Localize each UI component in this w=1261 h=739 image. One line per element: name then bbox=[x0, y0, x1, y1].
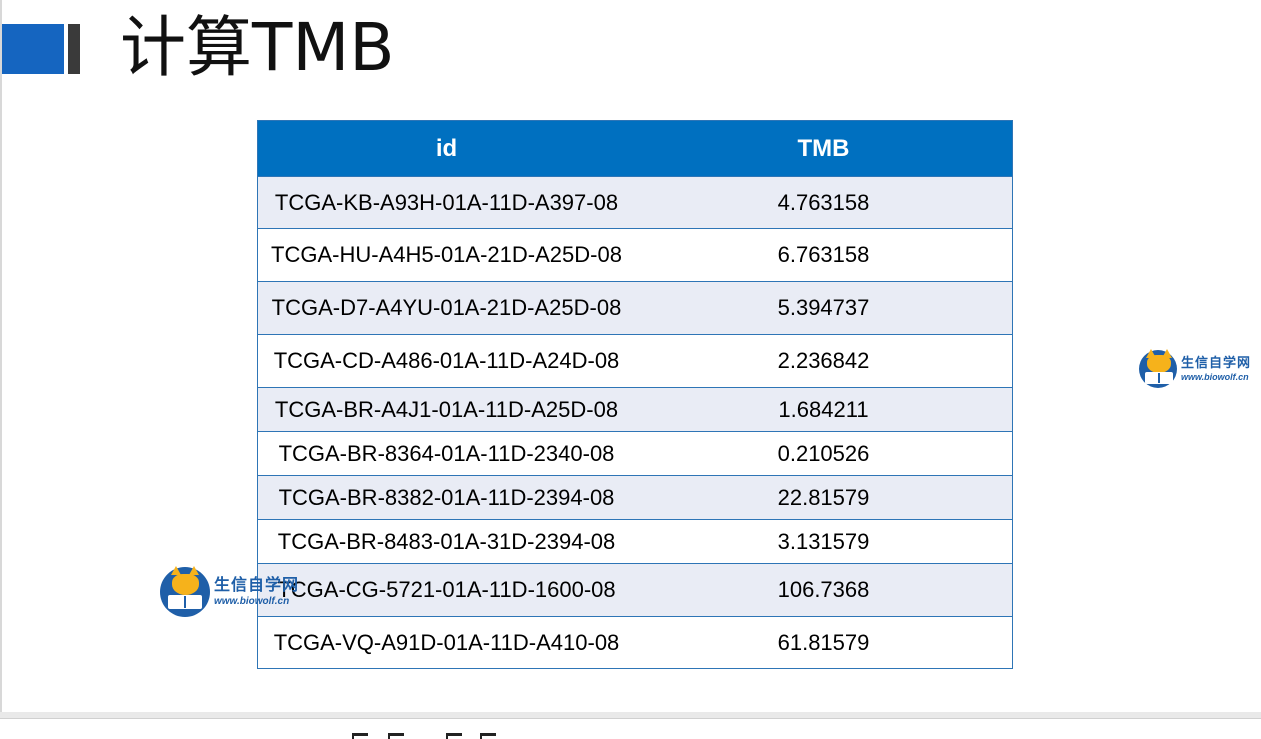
table-row: TCGA-BR-8382-01A-11D-2394-08 22.81579 bbox=[258, 475, 1012, 520]
table-row: TCGA-BR-8483-01A-31D-2394-08 3.131579 bbox=[258, 519, 1012, 564]
table-header-row: id TMB bbox=[258, 121, 1012, 177]
tmb-table: id TMB TCGA-KB-A93H-01A-11D-A397-08 4.76… bbox=[258, 121, 1012, 669]
table-row: TCGA-BR-A4J1-01A-11D-A25D-08 1.684211 bbox=[258, 387, 1012, 432]
cell-id: TCGA-KB-A93H-01A-11D-A397-08 bbox=[258, 176, 635, 229]
wolf-book-logo-icon bbox=[160, 566, 210, 617]
table-row: TCGA-D7-A4YU-01A-21D-A25D-08 5.394737 bbox=[258, 281, 1012, 335]
cell-tmb: 6.763158 bbox=[635, 228, 1012, 282]
column-header-tmb: TMB bbox=[635, 121, 1012, 177]
table-row: TCGA-CD-A486-01A-11D-A24D-08 2.236842 bbox=[258, 334, 1012, 388]
cell-id: TCGA-CD-A486-01A-11D-A24D-08 bbox=[258, 334, 635, 388]
watermark-url: www.biowolf.cn bbox=[214, 596, 290, 607]
table-row: TCGA-BR-8364-01A-11D-2340-08 0.210526 bbox=[258, 431, 1012, 476]
cell-tmb: 0.210526 bbox=[635, 431, 1012, 476]
table-row: TCGA-VQ-A91D-01A-11D-A410-08 61.81579 bbox=[258, 616, 1012, 669]
watermark-name: 生信自学网 bbox=[214, 575, 300, 594]
cell-tmb: 2.236842 bbox=[635, 334, 1012, 388]
watermark-text: 生信自学网 www.biowolf.cn bbox=[214, 577, 299, 607]
next-slide-preview bbox=[0, 718, 1261, 739]
cell-tmb: 5.394737 bbox=[635, 281, 1012, 335]
next-slide-glyph-fragment bbox=[352, 733, 368, 739]
cell-id: TCGA-D7-A4YU-01A-21D-A25D-08 bbox=[258, 281, 635, 335]
table-row: TCGA-CG-5721-01A-11D-1600-08 106.7368 bbox=[258, 563, 1012, 617]
cell-id: TCGA-BR-8364-01A-11D-2340-08 bbox=[258, 431, 635, 476]
next-slide-glyph-fragment bbox=[388, 733, 404, 739]
watermark-text: 生信自学网 www.biowolf.cn bbox=[1181, 357, 1251, 382]
slide: 计算TMB id TMB TCGA-KB-A93H-01A-11D-A397-0… bbox=[0, 0, 1261, 712]
column-header-id: id bbox=[258, 121, 635, 177]
cell-id: TCGA-BR-8483-01A-31D-2394-08 bbox=[258, 519, 635, 564]
wolf-book-logo-icon bbox=[1139, 349, 1177, 388]
cell-id: TCGA-BR-A4J1-01A-11D-A25D-08 bbox=[258, 387, 635, 432]
title-accent-bar bbox=[68, 24, 80, 74]
cell-id: TCGA-CG-5721-01A-11D-1600-08 bbox=[258, 563, 635, 617]
cell-tmb: 3.131579 bbox=[635, 519, 1012, 564]
watermark-logo: 生信自学网 www.biowolf.cn bbox=[160, 566, 299, 617]
next-slide-glyph-fragment bbox=[480, 733, 496, 739]
next-slide-glyph-fragment bbox=[446, 733, 462, 739]
cell-tmb: 4.763158 bbox=[635, 176, 1012, 229]
slide-title: 计算TMB bbox=[120, 9, 395, 86]
cell-id: TCGA-HU-A4H5-01A-21D-A25D-08 bbox=[258, 228, 635, 282]
table-row: TCGA-HU-A4H5-01A-21D-A25D-08 6.763158 bbox=[258, 228, 1012, 282]
cell-tmb: 1.684211 bbox=[635, 387, 1012, 432]
cell-tmb: 22.81579 bbox=[635, 475, 1012, 520]
watermark-url: www.biowolf.cn bbox=[1181, 371, 1249, 382]
watermark-name: 生信自学网 bbox=[1181, 355, 1252, 371]
watermark-logo: 生信自学网 www.biowolf.cn bbox=[1139, 349, 1251, 388]
title-accent-block bbox=[2, 24, 64, 74]
cell-id: TCGA-BR-8382-01A-11D-2394-08 bbox=[258, 475, 635, 520]
cell-id: TCGA-VQ-A91D-01A-11D-A410-08 bbox=[258, 616, 635, 669]
cell-tmb: 61.81579 bbox=[635, 616, 1012, 669]
cell-tmb: 106.7368 bbox=[635, 563, 1012, 617]
table-row: TCGA-KB-A93H-01A-11D-A397-08 4.763158 bbox=[258, 176, 1012, 229]
